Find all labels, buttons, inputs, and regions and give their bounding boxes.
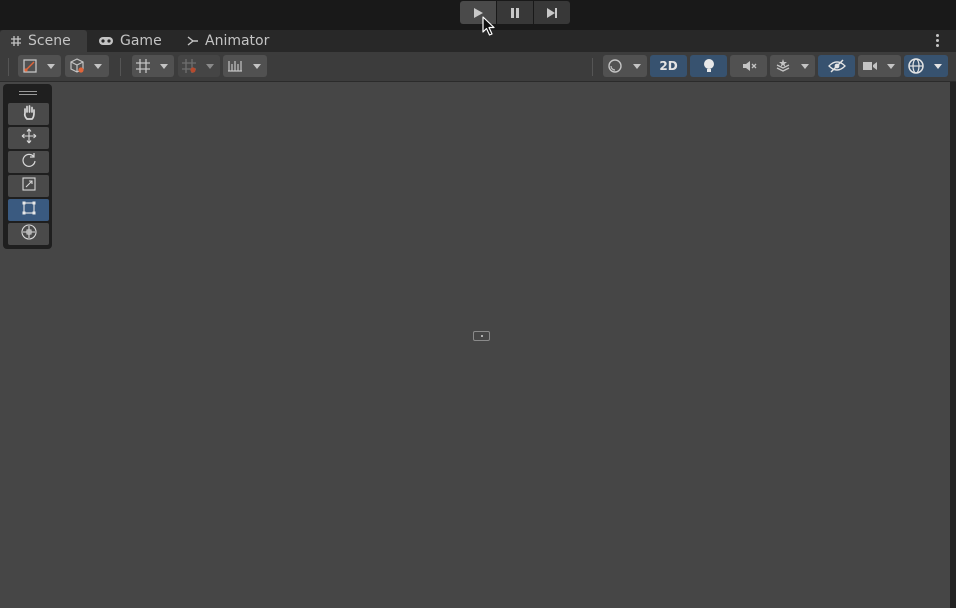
step-button[interactable]: [534, 1, 570, 24]
chevron-down-icon: [200, 63, 220, 69]
rect-tool-button[interactable]: [8, 199, 49, 221]
tab-game[interactable]: Game: [98, 30, 162, 52]
2d-label: 2D: [659, 59, 678, 73]
play-toolbar: [0, 0, 956, 28]
rotate-tool-button[interactable]: [8, 151, 49, 173]
draw-mode-dropdown[interactable]: [18, 55, 61, 77]
scene-visibility-toggle[interactable]: [818, 55, 855, 77]
chevron-down-icon: [795, 63, 815, 69]
panel-edge: [950, 82, 956, 608]
eye-slash-icon: [827, 59, 846, 73]
shaded-cube-icon: [66, 58, 88, 74]
toolbar-grip: [592, 58, 597, 76]
overlay-drag-handle[interactable]: [19, 91, 37, 95]
toolbar-grip: [8, 58, 13, 76]
chevron-down-icon: [247, 63, 267, 69]
scene-toolbar: 2D: [0, 52, 956, 82]
camera-dropdown[interactable]: [858, 55, 901, 77]
tab-label: Scene: [28, 33, 71, 49]
chevron-down-icon: [41, 63, 61, 69]
step-icon: [547, 7, 557, 18]
effects-dropdown[interactable]: [770, 55, 815, 77]
audio-mute-icon: [741, 59, 757, 73]
tab-bar: Scene Game Animator: [0, 30, 956, 52]
chevron-down-icon: [928, 63, 948, 69]
lightbulb-icon: [703, 58, 715, 74]
chevron-down-icon: [88, 63, 108, 69]
sphere-icon: [603, 58, 627, 74]
shading-mode-dropdown[interactable]: [65, 55, 109, 77]
gizmo-globe-icon: [904, 57, 928, 75]
lighting-toggle[interactable]: [690, 55, 727, 77]
gamepad-icon: [98, 36, 114, 46]
scale-icon: [21, 176, 37, 196]
grid-hash-icon: [10, 35, 22, 47]
pause-icon: [511, 7, 519, 18]
pause-button[interactable]: [497, 1, 533, 24]
grid-snap-dropdown[interactable]: [132, 55, 174, 77]
hand-tool-button[interactable]: [8, 103, 49, 125]
hand-icon: [21, 104, 37, 124]
animator-icon: [187, 35, 199, 47]
shading-sphere-dropdown[interactable]: [603, 55, 647, 77]
tools-overlay: [3, 84, 52, 249]
tab-animator[interactable]: Animator: [187, 30, 269, 52]
toolbar-grip: [120, 58, 125, 76]
scene-viewport[interactable]: [0, 82, 950, 608]
more-options-icon[interactable]: [934, 33, 940, 49]
chevron-down-icon: [881, 63, 901, 69]
tab-scene[interactable]: Scene: [0, 30, 87, 52]
chevron-down-icon: [154, 63, 174, 69]
increment-snap-icon: [178, 58, 200, 74]
ruler-icon: [223, 59, 247, 73]
play-controls: [460, 1, 570, 24]
audio-toggle[interactable]: [730, 55, 767, 77]
tab-label: Game: [120, 33, 162, 49]
effects-icon: [770, 58, 795, 74]
rotate-icon: [21, 152, 37, 172]
chevron-down-icon: [627, 63, 647, 69]
increment-snap-dropdown[interactable]: [178, 55, 220, 77]
gizmos-dropdown[interactable]: [904, 55, 948, 77]
scene-origin-marker: [473, 331, 490, 341]
rect-transform-icon: [21, 200, 37, 220]
camera-icon: [858, 60, 881, 72]
transform-icon: [20, 223, 38, 245]
tab-label: Animator: [205, 33, 270, 49]
move-icon: [21, 128, 37, 148]
move-tool-button[interactable]: [8, 127, 49, 149]
mouse-cursor-icon: [482, 16, 495, 36]
draw-mode-icon: [19, 58, 41, 74]
ruler-dropdown[interactable]: [223, 55, 267, 77]
grid-snap-icon: [132, 58, 154, 74]
scale-tool-button[interactable]: [8, 175, 49, 197]
2d-mode-button[interactable]: 2D: [650, 55, 687, 77]
transform-tool-button[interactable]: [8, 223, 49, 245]
